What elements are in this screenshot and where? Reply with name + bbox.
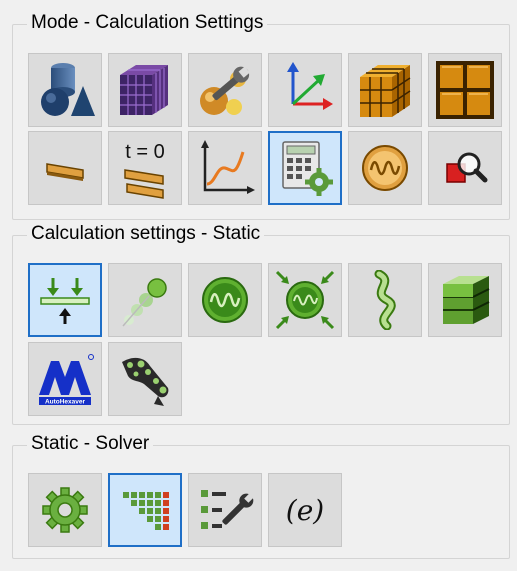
solver-tools-list-icon bbox=[201, 490, 255, 529]
group-title-static: Calculation settings - Static bbox=[27, 223, 265, 245]
result-inspect-button[interactable] bbox=[428, 131, 502, 205]
initial-time-button[interactable]: t = 0 bbox=[108, 131, 182, 205]
autohexaver-label: AutoHexaver bbox=[45, 399, 86, 406]
material-properties-button[interactable] bbox=[188, 53, 262, 127]
mesh-cube-icon bbox=[120, 65, 168, 115]
vibration-modes-button[interactable] bbox=[348, 131, 422, 205]
frame-structure-button[interactable] bbox=[108, 342, 182, 416]
autohexaver-button[interactable]: AutoHexaver bbox=[28, 342, 102, 416]
calculation-settings-button[interactable] bbox=[268, 131, 342, 205]
buckling-twist-icon bbox=[374, 270, 396, 330]
prestressed-modal-button[interactable] bbox=[268, 263, 342, 337]
solver-settings-button[interactable] bbox=[28, 473, 102, 547]
expression-label: (e) bbox=[286, 494, 324, 527]
mesh-cube-button[interactable] bbox=[108, 53, 182, 127]
t0-label: t = 0 bbox=[125, 141, 164, 163]
calculation-settings-calculator-icon bbox=[282, 141, 333, 196]
group-title-mode: Mode - Calculation Settings bbox=[27, 12, 268, 34]
material-properties-wrench-icon bbox=[200, 66, 250, 115]
geometry-button[interactable] bbox=[28, 53, 102, 127]
buckling-button[interactable] bbox=[348, 263, 422, 337]
curve-graph-icon bbox=[201, 140, 255, 194]
nonlinear-button[interactable] bbox=[108, 263, 182, 337]
geometry-shapes-icon bbox=[41, 63, 95, 116]
group-title-solver: Static - Solver bbox=[27, 433, 154, 455]
solver-tools-button[interactable] bbox=[188, 473, 262, 547]
grid-frame-button[interactable] bbox=[428, 53, 502, 127]
solver-gear-icon bbox=[42, 487, 88, 533]
plate-element-icon bbox=[46, 163, 84, 181]
expression-e-icon: (e) bbox=[286, 494, 324, 527]
modal-oscillation-icon bbox=[202, 277, 248, 323]
coordinate-system-button[interactable] bbox=[268, 53, 342, 127]
initial-time-t0-icon: t = 0 bbox=[124, 141, 165, 199]
grid-frame-icon bbox=[436, 61, 494, 119]
sparse-matrix-button[interactable] bbox=[108, 473, 182, 547]
plate-element-button[interactable] bbox=[28, 131, 102, 205]
curve-graph-button[interactable] bbox=[188, 131, 262, 205]
static-load-button[interactable] bbox=[28, 263, 102, 337]
mode-calculation-settings-group: Mode - Calculation Settings t = 0 bbox=[12, 12, 510, 220]
layered-block-button[interactable] bbox=[428, 263, 502, 337]
frame-structure-icon bbox=[122, 357, 169, 406]
expression-button[interactable]: (e) bbox=[268, 473, 342, 547]
vibration-modes-icon bbox=[362, 145, 408, 191]
solid-mesh-cube-icon bbox=[360, 65, 411, 117]
coordinate-axes-icon bbox=[287, 62, 333, 110]
layered-block-icon bbox=[443, 276, 490, 324]
static-load-arrows-icon bbox=[40, 278, 90, 324]
result-inspect-magnifier-icon bbox=[446, 152, 488, 183]
calculation-settings-static-group: Calculation settings - Static AutoHexave… bbox=[12, 223, 510, 425]
static-solver-group: Static - Solver (e) bbox=[12, 433, 510, 559]
sparse-matrix-icon bbox=[123, 492, 169, 530]
nonlinear-beads-icon bbox=[122, 278, 167, 327]
prestressed-modal-icon bbox=[275, 270, 335, 330]
modal-button[interactable] bbox=[188, 263, 262, 337]
solid-mesh-button[interactable] bbox=[348, 53, 422, 127]
autodesk-logo-icon: AutoHexaver bbox=[39, 354, 94, 406]
